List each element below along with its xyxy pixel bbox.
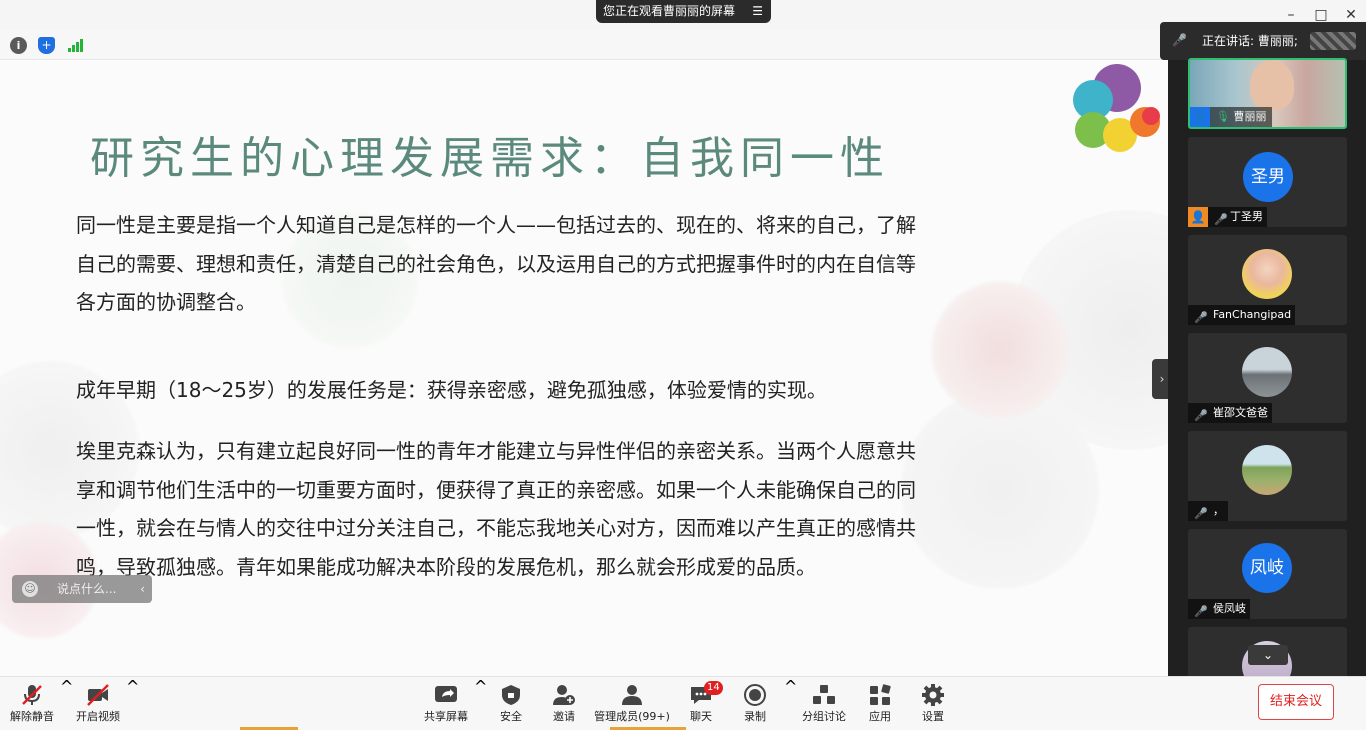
co-host-icon: 👤: [1188, 207, 1208, 227]
video-options-caret[interactable]: ^: [126, 677, 139, 730]
start-video-button[interactable]: 开启视频: [72, 677, 124, 730]
share-screen-button[interactable]: 共享屏幕: [420, 677, 472, 730]
manage-participants-label: 管理成员(99+): [594, 710, 670, 723]
slide-title: 研究生的心理发展需求：自我同一性: [90, 133, 890, 184]
record-options-caret[interactable]: ^: [784, 677, 797, 730]
chat-label: 聊天: [690, 710, 712, 723]
viewing-banner[interactable]: 您正在观看曹丽丽的屏幕 ☰: [596, 0, 771, 23]
share-screen-icon: [435, 686, 457, 702]
start-video-label: 开启视频: [76, 710, 120, 723]
unmute-button[interactable]: 解除静音: [6, 677, 58, 730]
security-label: 安全: [500, 710, 522, 723]
avatar: 凤岐: [1242, 543, 1292, 593]
avatar: [1242, 249, 1292, 299]
participant-name: 崔邵文爸爸: [1213, 406, 1268, 419]
participant-tile[interactable]: 凤岐 🎤 侯凤岐: [1188, 529, 1347, 619]
video-off-icon: [87, 684, 109, 706]
participant-name: 曹丽丽: [1233, 110, 1267, 123]
meeting-toolbar: 解除静音 ^ 开启视频 ^ 共享屏幕 ^ 安全 邀请 管理成员(99+) 14 …: [0, 676, 1366, 730]
avatar: [1242, 347, 1292, 397]
breakout-rooms-icon: [813, 685, 835, 704]
participant-tile[interactable]: ⌄: [1188, 627, 1347, 676]
participant-name: ，: [1213, 504, 1224, 517]
meeting-window: 您正在观看曹丽丽的屏幕 ☰ – □ ✕ i + 研究生的心理发展需求：自我同一性…: [0, 0, 1366, 730]
participant-tile[interactable]: 🎤 崔邵文爸爸: [1188, 333, 1347, 423]
chat-button[interactable]: 14 聊天: [680, 677, 723, 730]
mic-muted-icon: 🎤: [1194, 409, 1208, 422]
end-meeting-button[interactable]: 结束会议: [1258, 684, 1334, 720]
invite-button[interactable]: 邀请: [543, 677, 585, 730]
decor-bubble: [900, 390, 1100, 590]
speaker-face: [1250, 60, 1294, 110]
participant-name: 侯凤岐: [1213, 602, 1246, 615]
mic-muted-icon: [22, 685, 42, 705]
participant-name-bar: 🎤 丁圣男: [1208, 207, 1267, 227]
chat-input-pill[interactable]: ☺ 说点什么... ‹: [12, 575, 152, 603]
speaking-text: 正在讲话: 曹丽丽;: [1202, 34, 1298, 48]
apps-grid-icon: [870, 684, 891, 705]
speaking-indicator: 🎤 正在讲话: 曹丽丽;: [1160, 22, 1366, 60]
unmute-label: 解除静音: [10, 710, 54, 723]
mic-on-icon: 🎙: [1216, 110, 1230, 123]
host-icon: 👤: [1190, 107, 1210, 127]
status-row: i +: [0, 30, 1168, 60]
invite-label: 邀请: [553, 710, 575, 723]
participant-name-bar: 🎤 ，: [1188, 501, 1228, 521]
info-icon[interactable]: i: [10, 37, 27, 54]
encryption-shield-icon[interactable]: +: [38, 37, 55, 54]
record-label: 录制: [744, 710, 766, 723]
menu-lines-icon[interactable]: ☰: [752, 0, 763, 23]
breakout-rooms-label: 分组讨论: [802, 710, 846, 723]
avatar: 圣男: [1243, 152, 1293, 202]
breakout-rooms-button[interactable]: 分组讨论: [798, 677, 850, 730]
participant-tile[interactable]: 👤 🎙 曹丽丽: [1188, 58, 1347, 129]
scroll-down-button[interactable]: ⌄: [1248, 645, 1288, 665]
record-icon: [744, 684, 766, 706]
security-shield-icon: [502, 685, 520, 705]
emoji-icon[interactable]: ☺: [22, 581, 38, 597]
record-button[interactable]: 录制: [734, 677, 776, 730]
participant-tile[interactable]: 🎤 FanChangipad: [1188, 235, 1347, 325]
gear-icon: [922, 684, 944, 706]
security-button[interactable]: 安全: [490, 677, 532, 730]
slide-paragraph-2: 成年早期（18～25岁）的发展任务是：获得亲密感，避免孤独感，体验爱情的实现。: [76, 378, 827, 402]
share-options-caret[interactable]: ^: [474, 677, 487, 730]
participants-icon: [622, 685, 642, 705]
signal-icon[interactable]: [66, 37, 83, 54]
participant-name-bar: 🎤 崔邵文爸爸: [1188, 403, 1272, 423]
chat-unread-badge: 14: [704, 681, 723, 695]
share-screen-label: 共享屏幕: [424, 710, 468, 723]
invite-user-icon: [553, 685, 575, 705]
slide-paragraph-1: 同一性是主要是指一个人知道自己是怎样的一个人——包括过去的、现在的、将来的自己，…: [76, 213, 916, 314]
participant-name: FanChangipad: [1213, 308, 1292, 321]
participant-tile[interactable]: 圣男 👤 🎤 丁圣男: [1188, 137, 1347, 227]
apps-button[interactable]: 应用: [859, 677, 901, 730]
settings-label: 设置: [922, 710, 944, 723]
colorful-logo-icon: [1073, 64, 1160, 152]
collapse-arrow-icon[interactable]: ‹: [132, 575, 152, 603]
slide-paragraph-3: 埃里克森认为，只有建立起良好同一性的青年才能建立与异性伴侣的亲密关系。当两个人愿…: [76, 439, 916, 579]
participant-name-bar: 🎤 FanChangipad: [1188, 305, 1296, 325]
settings-button[interactable]: 设置: [912, 677, 954, 730]
mic-muted-icon: 🎤: [1194, 507, 1208, 520]
blurred-name: [1310, 32, 1356, 50]
mic-muted-icon: 🎤: [1214, 213, 1228, 226]
chat-input-placeholder[interactable]: 说点什么...: [57, 575, 116, 603]
apps-label: 应用: [869, 710, 891, 723]
mic-muted-icon: 🎤: [1172, 33, 1187, 47]
audio-options-caret[interactable]: ^: [60, 677, 73, 730]
mic-muted-icon: 🎤: [1194, 605, 1208, 618]
avatar: [1242, 445, 1292, 495]
participant-tile[interactable]: 🎤 ，: [1188, 431, 1347, 521]
viewing-text: 您正在观看曹丽丽的屏幕: [603, 4, 736, 18]
shared-screen-slide: 研究生的心理发展需求：自我同一性 同一性是主要是指一个人知道自己是怎样的一个人—…: [0, 60, 1168, 676]
participant-name-bar: 🎤 侯凤岐: [1188, 599, 1250, 619]
decor-bubble: [930, 280, 1070, 420]
mic-muted-icon: 🎤: [1194, 311, 1208, 324]
participant-name: 丁圣男: [1230, 210, 1263, 223]
manage-participants-button[interactable]: 管理成员(99+): [592, 677, 672, 730]
